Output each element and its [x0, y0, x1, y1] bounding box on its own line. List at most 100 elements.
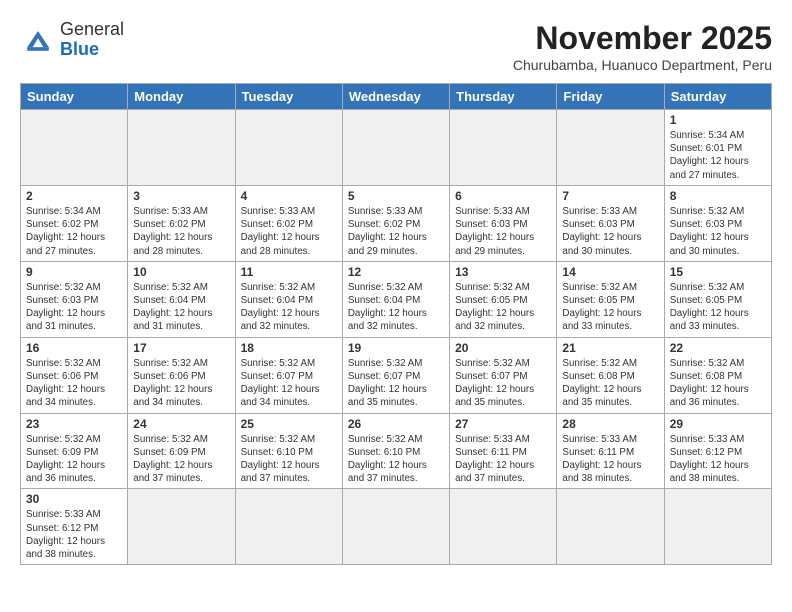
day-number: 19	[348, 341, 444, 355]
day-number: 8	[670, 189, 766, 203]
page-header: General Blue November 2025 Churubamba, H…	[20, 20, 772, 73]
day-info: Sunrise: 5:32 AMSunset: 6:05 PMDaylight:…	[455, 281, 551, 334]
calendar-cell	[664, 489, 771, 565]
day-number: 9	[26, 265, 122, 279]
calendar-cell	[128, 489, 235, 565]
day-number: 7	[562, 189, 658, 203]
day-info: Sunrise: 5:33 AMSunset: 6:03 PMDaylight:…	[455, 205, 551, 258]
calendar-cell	[235, 110, 342, 186]
calendar-cell: 13Sunrise: 5:32 AMSunset: 6:05 PMDayligh…	[450, 261, 557, 337]
day-number: 4	[241, 189, 337, 203]
day-number: 10	[133, 265, 229, 279]
calendar-body: 1 Sunrise: 5:34 AMSunset: 6:01 PMDaylight…	[21, 110, 772, 565]
day-info: Sunrise: 5:32 AMSunset: 6:05 PMDaylight:…	[562, 281, 658, 334]
logo: General Blue	[20, 20, 124, 60]
day-number: 15	[670, 265, 766, 279]
calendar-cell: 12 Sunrise: 5:32 AMSunset: 6:04 PMDayligh…	[342, 261, 449, 337]
calendar-cell: 10 Sunrise: 5:32 AMSunset: 6:04 PMDayligh…	[128, 261, 235, 337]
calendar-cell: 1 Sunrise: 5:34 AMSunset: 6:01 PMDaylight…	[664, 110, 771, 186]
calendar-cell: 21Sunrise: 5:32 AMSunset: 6:08 PMDayligh…	[557, 337, 664, 413]
day-number: 1	[670, 113, 766, 127]
week-row-5: 23 Sunrise: 5:32 AMSunset: 6:09 PMDayligh…	[21, 413, 772, 489]
day-number: 14	[562, 265, 658, 279]
day-info: Sunrise: 5:32 AMSunset: 6:04 PMDaylight:…	[133, 281, 229, 334]
day-number: 20	[455, 341, 551, 355]
day-info: Sunrise: 5:32 AMSunset: 6:07 PMDaylight:…	[455, 357, 551, 410]
calendar-cell: 19 Sunrise: 5:32 AMSunset: 6:07 PMDayligh…	[342, 337, 449, 413]
calendar-cell	[21, 110, 128, 186]
calendar-cell: 15 Sunrise: 5:32 AMSunset: 6:05 PMDayligh…	[664, 261, 771, 337]
calendar-cell: 7Sunrise: 5:33 AMSunset: 6:03 PMDaylight…	[557, 185, 664, 261]
day-number: 12	[348, 265, 444, 279]
calendar-cell: 3 Sunrise: 5:33 AMSunset: 6:02 PMDaylight…	[128, 185, 235, 261]
calendar-cell: 24Sunrise: 5:32 AMSunset: 6:09 PMDayligh…	[128, 413, 235, 489]
day-info: Sunrise: 5:33 AMSunset: 6:11 PMDaylight:…	[562, 433, 658, 486]
day-info: Sunrise: 5:32 AMSunset: 6:07 PMDaylight:…	[241, 357, 337, 410]
day-number: 28	[562, 417, 658, 431]
calendar-cell: 11Sunrise: 5:32 AMSunset: 6:04 PMDayligh…	[235, 261, 342, 337]
weekday-thursday: Thursday	[450, 84, 557, 110]
day-info: Sunrise: 5:32 AMSunset: 6:10 PMDaylight:…	[241, 433, 337, 486]
day-number: 26	[348, 417, 444, 431]
calendar-cell: 8 Sunrise: 5:32 AMSunset: 6:03 PMDaylight…	[664, 185, 771, 261]
day-info: Sunrise: 5:33 AMSunset: 6:02 PMDaylight:…	[133, 205, 229, 258]
day-number: 29	[670, 417, 766, 431]
calendar-cell: 29 Sunrise: 5:33 AMSunset: 6:12 PMDayligh…	[664, 413, 771, 489]
day-number: 21	[562, 341, 658, 355]
day-info: Sunrise: 5:34 AMSunset: 6:02 PMDaylight:…	[26, 205, 122, 258]
day-info: Sunrise: 5:32 AMSunset: 6:03 PMDaylight:…	[26, 281, 122, 334]
day-info: Sunrise: 5:32 AMSunset: 6:09 PMDaylight:…	[26, 433, 122, 486]
calendar-cell: 6 Sunrise: 5:33 AMSunset: 6:03 PMDaylight…	[450, 185, 557, 261]
day-info: Sunrise: 5:32 AMSunset: 6:04 PMDaylight:…	[348, 281, 444, 334]
logo-text: General Blue	[60, 20, 124, 60]
calendar-cell	[557, 489, 664, 565]
month-title: November 2025	[513, 20, 772, 57]
logo-icon	[20, 22, 56, 58]
day-info: Sunrise: 5:33 AMSunset: 6:11 PMDaylight:…	[455, 433, 551, 486]
day-number: 27	[455, 417, 551, 431]
week-row-6: 30 Sunrise: 5:33 AMSunset: 6:12 PMDayligh…	[21, 489, 772, 565]
weekday-wednesday: Wednesday	[342, 84, 449, 110]
weekday-tuesday: Tuesday	[235, 84, 342, 110]
calendar-cell	[450, 489, 557, 565]
calendar-cell	[235, 489, 342, 565]
day-info: Sunrise: 5:32 AMSunset: 6:05 PMDaylight:…	[670, 281, 766, 334]
day-info: Sunrise: 5:33 AMSunset: 6:02 PMDaylight:…	[241, 205, 337, 258]
day-number: 3	[133, 189, 229, 203]
weekday-sunday: Sunday	[21, 84, 128, 110]
week-row-2: 2 Sunrise: 5:34 AMSunset: 6:02 PMDaylight…	[21, 185, 772, 261]
week-row-1: 1 Sunrise: 5:34 AMSunset: 6:01 PMDaylight…	[21, 110, 772, 186]
calendar-cell: 22Sunrise: 5:32 AMSunset: 6:08 PMDayligh…	[664, 337, 771, 413]
calendar-cell	[450, 110, 557, 186]
day-number: 6	[455, 189, 551, 203]
day-info: Sunrise: 5:32 AMSunset: 6:06 PMDaylight:…	[133, 357, 229, 410]
day-info: Sunrise: 5:34 AMSunset: 6:01 PMDaylight:…	[670, 129, 766, 182]
day-number: 5	[348, 189, 444, 203]
weekday-monday: Monday	[128, 84, 235, 110]
calendar-cell: 20 Sunrise: 5:32 AMSunset: 6:07 PMDayligh…	[450, 337, 557, 413]
calendar-cell: 9 Sunrise: 5:32 AMSunset: 6:03 PMDaylight…	[21, 261, 128, 337]
day-info: Sunrise: 5:33 AMSunset: 6:12 PMDaylight:…	[670, 433, 766, 486]
calendar-cell	[557, 110, 664, 186]
day-number: 30	[26, 492, 122, 506]
calendar-cell: 18Sunrise: 5:32 AMSunset: 6:07 PMDayligh…	[235, 337, 342, 413]
calendar-cell: 28 Sunrise: 5:33 AMSunset: 6:11 PMDayligh…	[557, 413, 664, 489]
calendar-cell: 2 Sunrise: 5:34 AMSunset: 6:02 PMDaylight…	[21, 185, 128, 261]
calendar-cell: 27 Sunrise: 5:33 AMSunset: 6:11 PMDayligh…	[450, 413, 557, 489]
calendar-cell: 23 Sunrise: 5:32 AMSunset: 6:09 PMDayligh…	[21, 413, 128, 489]
day-number: 23	[26, 417, 122, 431]
calendar-cell: 17Sunrise: 5:32 AMSunset: 6:06 PMDayligh…	[128, 337, 235, 413]
day-info: Sunrise: 5:33 AMSunset: 6:02 PMDaylight:…	[348, 205, 444, 258]
day-number: 2	[26, 189, 122, 203]
day-number: 22	[670, 341, 766, 355]
week-row-3: 9 Sunrise: 5:32 AMSunset: 6:03 PMDaylight…	[21, 261, 772, 337]
calendar-cell: 25Sunrise: 5:32 AMSunset: 6:10 PMDayligh…	[235, 413, 342, 489]
day-info: Sunrise: 5:33 AMSunset: 6:12 PMDaylight:…	[26, 508, 122, 561]
calendar-cell: 14 Sunrise: 5:32 AMSunset: 6:05 PMDayligh…	[557, 261, 664, 337]
weekday-saturday: Saturday	[664, 84, 771, 110]
day-info: Sunrise: 5:32 AMSunset: 6:04 PMDaylight:…	[241, 281, 337, 334]
calendar-cell: 30 Sunrise: 5:33 AMSunset: 6:12 PMDayligh…	[21, 489, 128, 565]
week-row-4: 16Sunrise: 5:32 AMSunset: 6:06 PMDayligh…	[21, 337, 772, 413]
day-info: Sunrise: 5:32 AMSunset: 6:07 PMDaylight:…	[348, 357, 444, 410]
day-info: Sunrise: 5:32 AMSunset: 6:03 PMDaylight:…	[670, 205, 766, 258]
